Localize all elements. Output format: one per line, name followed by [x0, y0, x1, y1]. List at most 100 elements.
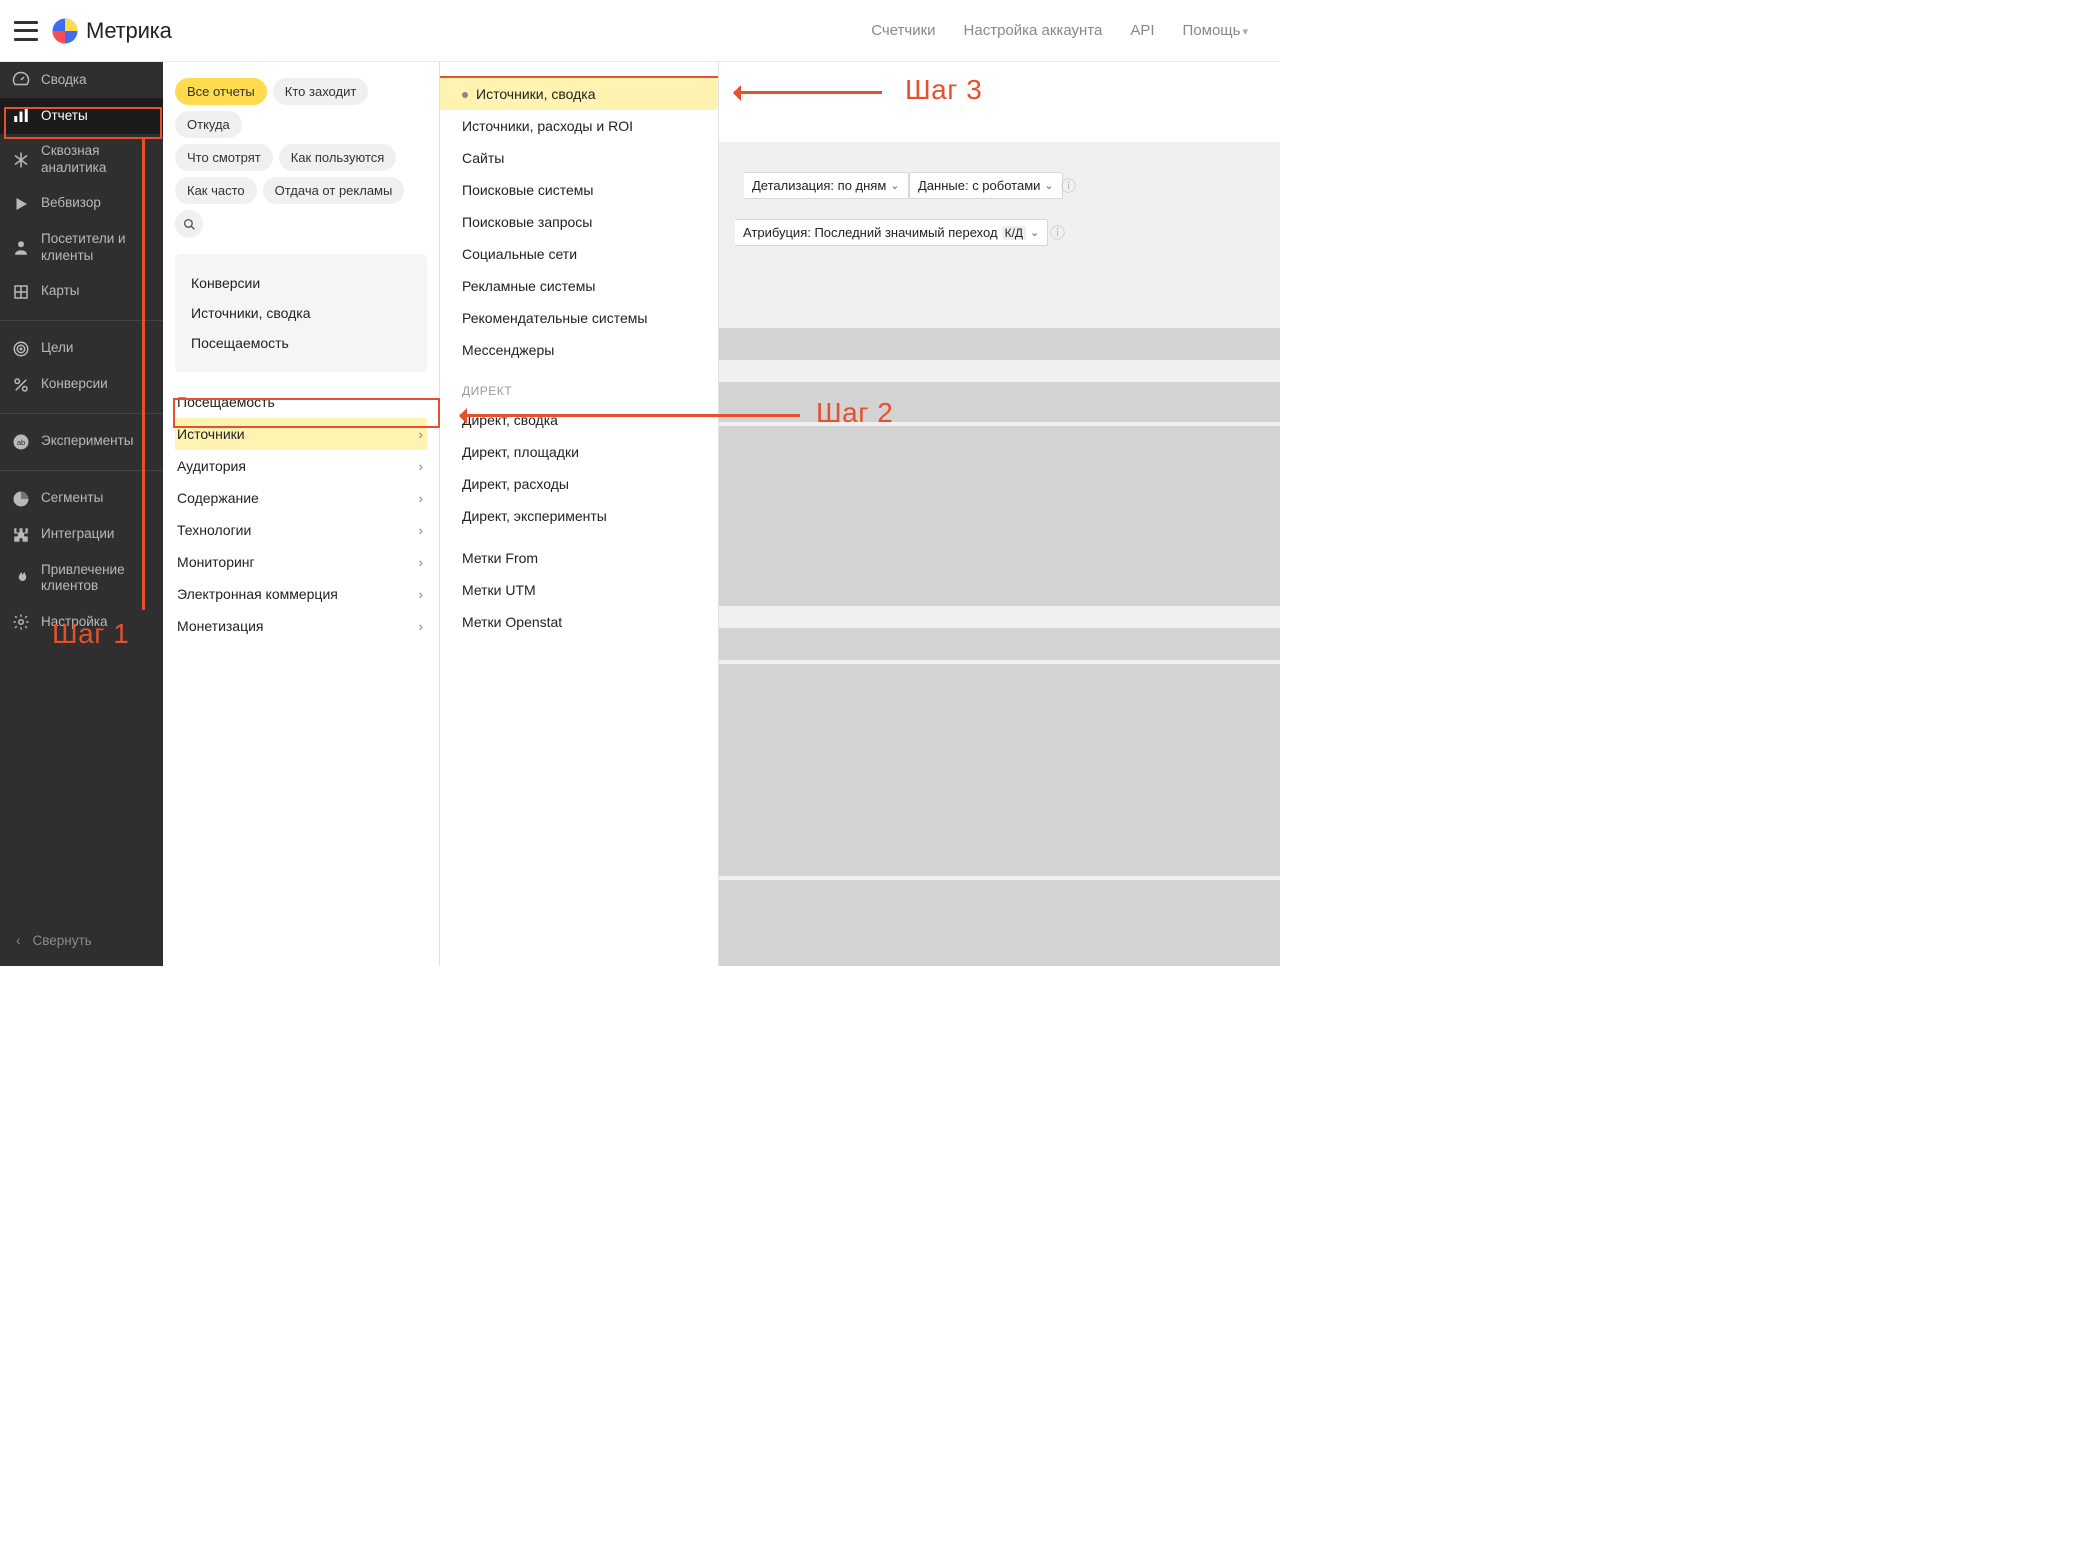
subreport-item[interactable]: Директ, расходы: [440, 468, 718, 500]
subreport-item[interactable]: Директ, эксперименты: [440, 500, 718, 532]
collapse-sidebar-button[interactable]: ‹Свернуть: [0, 915, 163, 966]
sidebar-item-label: Сегменты: [41, 490, 103, 507]
subreport-item[interactable]: Социальные сети: [440, 238, 718, 270]
brand-logo[interactable]: Метрика: [52, 18, 172, 44]
person-icon: [12, 239, 30, 257]
filter-chip[interactable]: Откуда: [175, 111, 242, 138]
reports-categories-panel: Все отчетыКто заходитОткуда Что смотрятК…: [163, 62, 440, 966]
quick-reports-card: КонверсииИсточники, сводкаПосещаемость: [175, 254, 427, 372]
subreport-item[interactable]: Метки Openstat: [440, 606, 718, 638]
percent-icon: [12, 376, 30, 394]
sidebar-item-play[interactable]: Вебвизор: [0, 186, 163, 222]
filter-chip[interactable]: Как пользуются: [279, 144, 397, 171]
sidebar-item-label: Интеграции: [41, 526, 114, 543]
sidebar-item-puzzle[interactable]: Интеграции: [0, 517, 163, 553]
play-icon: [12, 195, 30, 213]
subreport-item[interactable]: Поисковые системы: [440, 174, 718, 206]
help-icon[interactable]: ⓘ: [1050, 222, 1065, 243]
subreport-item[interactable]: Поисковые запросы: [440, 206, 718, 238]
subreport-item[interactable]: Метки UTM: [440, 574, 718, 606]
header-link[interactable]: API: [1130, 22, 1154, 39]
quick-report-link[interactable]: Источники, сводка: [191, 298, 411, 328]
chart-placeholder: [719, 664, 1280, 876]
sidebar-item-label: Отчеты: [41, 108, 88, 125]
chevron-right-icon: ›: [418, 522, 423, 538]
category-item[interactable]: Посещаемость: [175, 386, 427, 418]
header-link[interactable]: Помощь▾: [1183, 22, 1248, 39]
sidebar-item-label: Сводка: [41, 72, 87, 89]
sidebar-item-asterisk[interactable]: Сквозная аналитика: [0, 134, 163, 186]
sidebar-item-flame[interactable]: Привлечение клиентов: [0, 553, 163, 605]
sidebar-item-target[interactable]: Цели: [0, 331, 163, 367]
subreport-item[interactable]: Рекомендательные системы: [440, 302, 718, 334]
filter-chip[interactable]: Отдача от рекламы: [263, 177, 405, 204]
category-item[interactable]: Технологии›: [175, 514, 427, 546]
subreport-item[interactable]: Рекламные системы: [440, 270, 718, 302]
filter-chip[interactable]: Все отчеты: [175, 78, 267, 105]
chevron-right-icon: ›: [418, 490, 423, 506]
sidebar-item-label: Карты: [41, 283, 79, 300]
header-link[interactable]: Счетчики: [871, 22, 935, 39]
sidebar-item-map[interactable]: Карты: [0, 274, 163, 310]
chevron-right-icon: ›: [418, 618, 423, 634]
app-header: Метрика Счетчики Настройка аккаунта API …: [0, 0, 1280, 62]
gear-icon: [12, 613, 30, 631]
menu-toggle-icon[interactable]: [14, 21, 38, 41]
category-item[interactable]: Мониторинг›: [175, 546, 427, 578]
chevron-down-icon: ⌄: [890, 179, 899, 192]
subreport-item[interactable]: Сайты: [440, 142, 718, 174]
subreport-item[interactable]: Источники, сводка: [440, 78, 718, 110]
help-icon[interactable]: ⓘ: [1061, 175, 1076, 196]
header-link[interactable]: Настройка аккаунта: [964, 22, 1103, 39]
search-icon[interactable]: [175, 210, 203, 238]
chart-placeholder: [719, 328, 1280, 360]
detail-dropdown[interactable]: Детализация: по дням⌄: [744, 172, 909, 199]
sidebar-item-label: Вебвизор: [41, 195, 101, 212]
sidebar: Сводка Отчеты Сквозная аналитика Вебвизор По…: [0, 62, 163, 966]
chevron-right-icon: ›: [418, 426, 423, 442]
category-item[interactable]: Источники›: [175, 418, 427, 450]
data-dropdown[interactable]: Данные: с роботами⌄: [909, 172, 1063, 199]
asterisk-icon: [12, 151, 30, 169]
svg-text:ab: ab: [17, 438, 25, 447]
ab-icon: ab: [12, 433, 30, 451]
subreport-item[interactable]: Метки From: [440, 542, 718, 574]
filter-chip[interactable]: Кто заходит: [273, 78, 369, 105]
subreport-item[interactable]: Директ, площадки: [440, 436, 718, 468]
sidebar-item-label: Конверсии: [41, 376, 108, 393]
chevron-right-icon: ›: [418, 554, 423, 570]
chart-placeholder: [719, 382, 1280, 422]
subreport-item[interactable]: Мессенджеры: [440, 334, 718, 366]
sidebar-item-label: Сквозная аналитика: [41, 143, 151, 177]
category-item[interactable]: Аудитория›: [175, 450, 427, 482]
chart-placeholder: [719, 628, 1280, 660]
sidebar-item-percent[interactable]: Конверсии: [0, 367, 163, 403]
sidebar-item-speedometer[interactable]: Сводка: [0, 62, 163, 98]
filter-chip[interactable]: Что смотрят: [175, 144, 273, 171]
subreport-item[interactable]: Директ, сводка: [440, 404, 718, 436]
sidebar-item-person[interactable]: Посетители и клиенты: [0, 222, 163, 274]
attribution-dropdown[interactable]: Атрибуция: Последний значимый переход К/…: [735, 219, 1048, 246]
puzzle-icon: [12, 526, 30, 544]
category-item[interactable]: Электронная коммерция›: [175, 578, 427, 610]
sidebar-item-bar-chart[interactable]: Отчеты: [0, 98, 163, 134]
sidebar-item-label: Цели: [41, 340, 73, 357]
quick-report-link[interactable]: Посещаемость: [191, 328, 411, 358]
subreport-item[interactable]: Источники, расходы и ROI: [440, 110, 718, 142]
quick-report-link[interactable]: Конверсии: [191, 268, 411, 298]
filter-chip[interactable]: Как часто: [175, 177, 257, 204]
subsection-heading: ДИРЕКТ: [440, 366, 718, 404]
category-list: ПосещаемостьИсточники›Аудитория›Содержан…: [175, 386, 427, 642]
sidebar-item-pie[interactable]: Сегменты: [0, 481, 163, 517]
chevron-right-icon: ›: [418, 586, 423, 602]
sidebar-item-label: Привлечение клиентов: [41, 562, 151, 596]
category-item[interactable]: Содержание›: [175, 482, 427, 514]
chart-placeholder: [719, 880, 1280, 966]
flame-icon: [12, 569, 30, 587]
sidebar-item-ab[interactable]: abЭксперименты: [0, 424, 163, 460]
chevron-left-icon: ‹: [16, 933, 21, 948]
category-item[interactable]: Монетизация›: [175, 610, 427, 642]
sidebar-item-gear[interactable]: Настройка: [0, 604, 163, 640]
bar-chart-icon: [12, 107, 30, 125]
chevron-down-icon: ⌄: [1044, 179, 1053, 192]
